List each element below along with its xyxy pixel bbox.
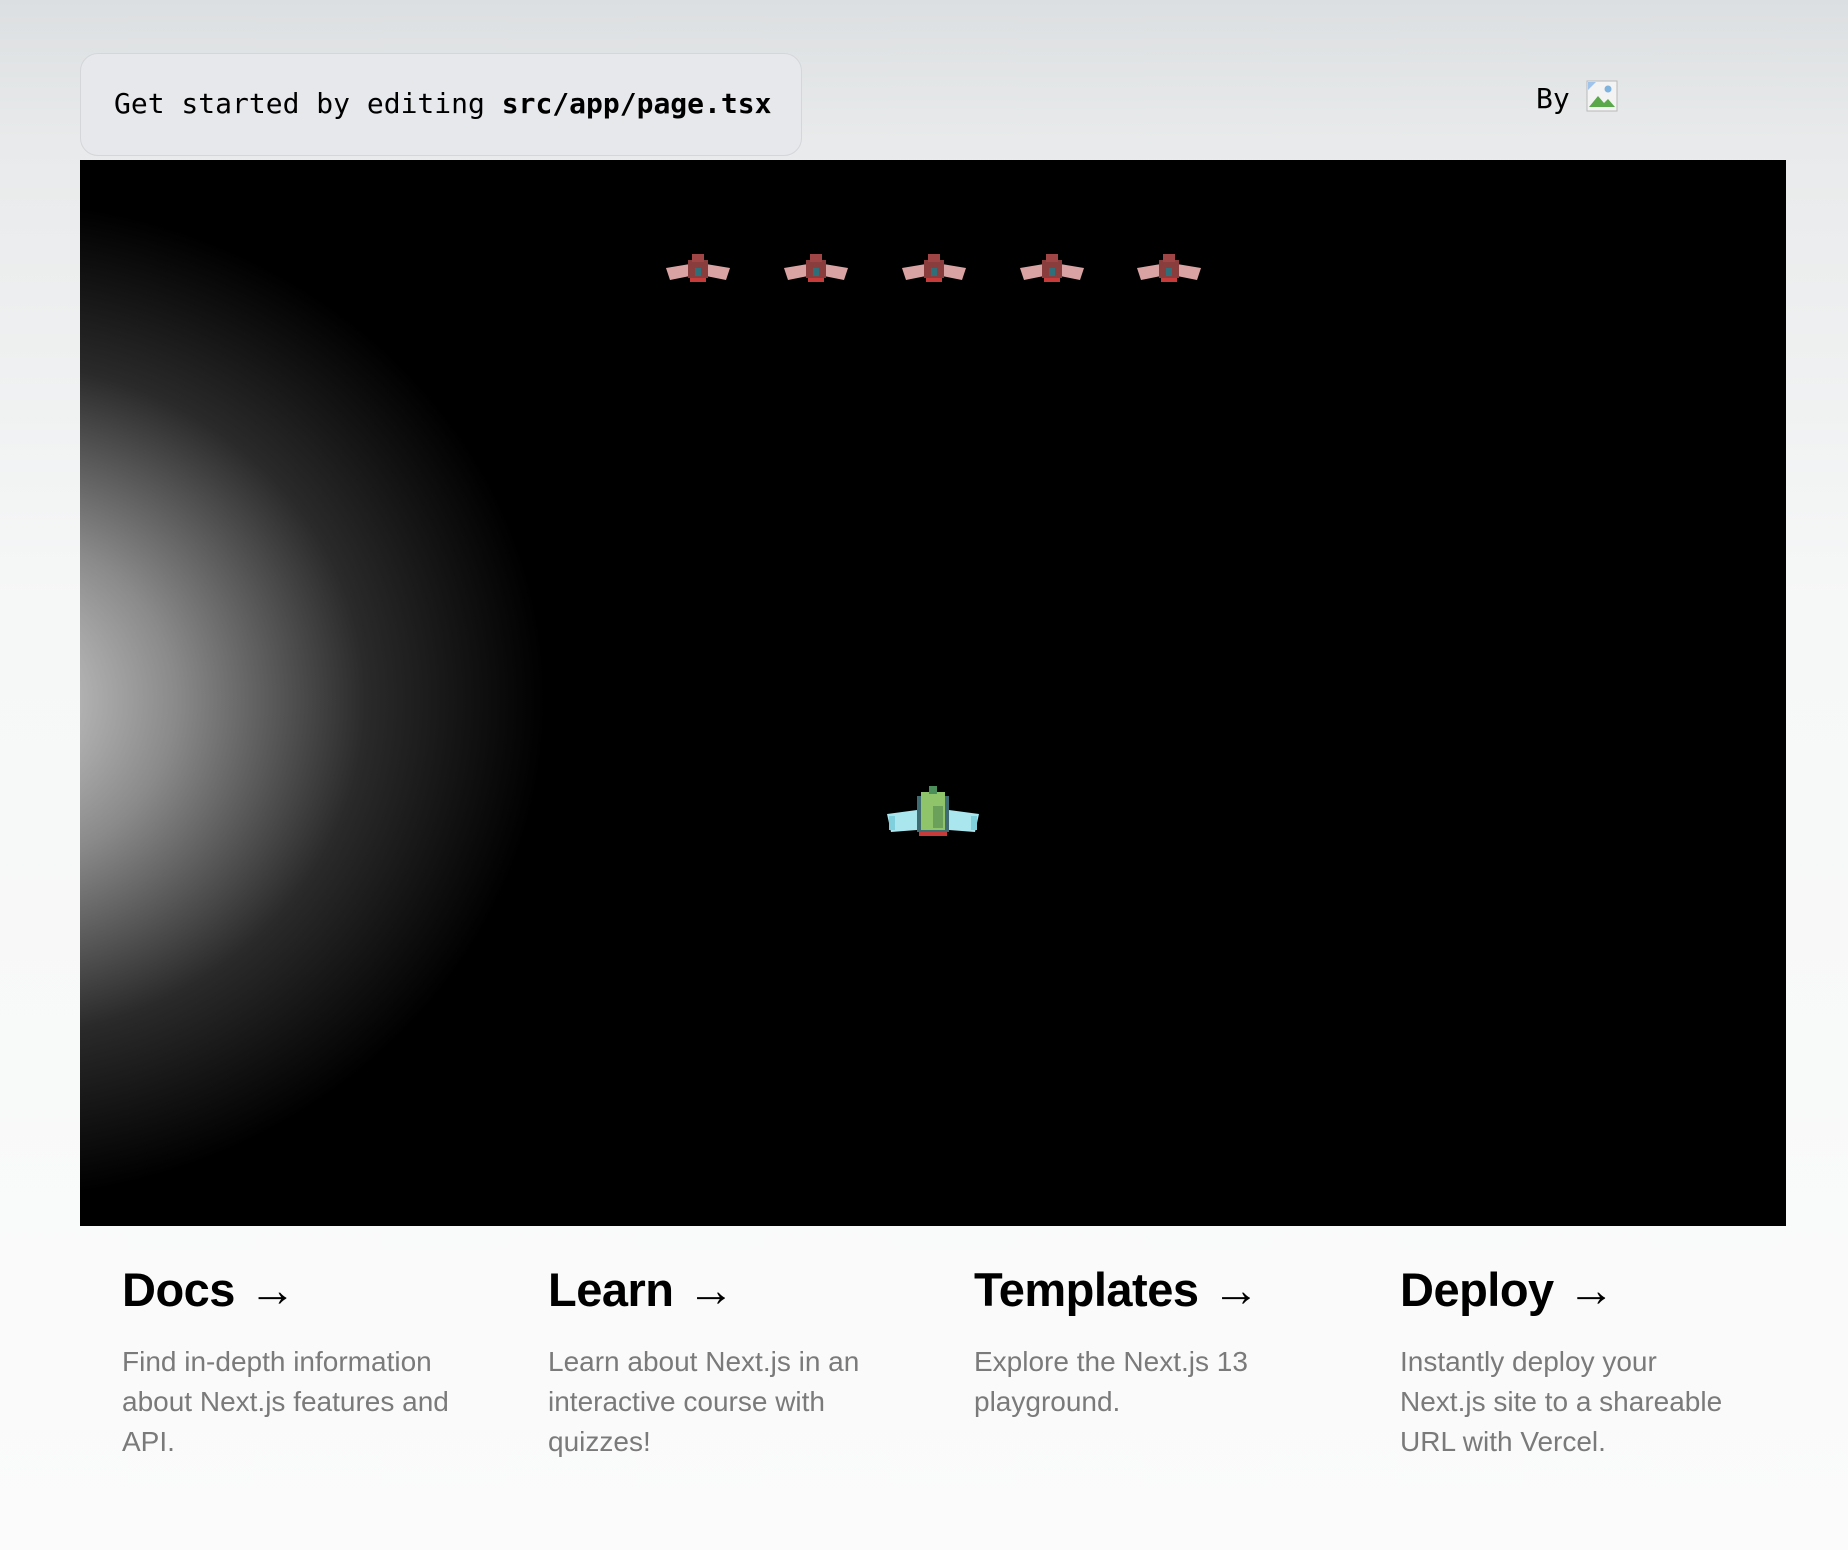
learn-card[interactable]: Learn → Learn about Next.js in an interac… [506,1260,932,1462]
arrow-right-icon: → [248,1263,296,1316]
card-title: Docs → [122,1260,506,1320]
player-spaceship-icon[interactable] [887,786,979,838]
broken-image-icon [1586,80,1618,112]
card-description: Find in-depth information about Next.js … [122,1346,449,1457]
enemy-spaceship-icon [1137,254,1201,282]
arrow-right-icon: → [687,1263,735,1316]
code-path: src/app/page.tsx [501,87,772,120]
get-started-code-box: Get started by editing src/app/page.tsx [80,53,802,156]
templates-card[interactable]: Templates → Explore the Next.js 13 playgr… [932,1260,1358,1462]
card-title: Learn → [548,1260,932,1320]
link-cards: Docs → Find in-depth information about Ne… [80,1260,1786,1462]
by-label: By [1536,82,1570,115]
radial-glow [80,160,680,1226]
vercel-by-link[interactable]: By [1536,80,1618,115]
card-description: Explore the Next.js 13 playground. [974,1346,1248,1417]
code-prefix: Get started by editing [114,87,502,120]
card-title: Deploy → [1400,1260,1784,1320]
card-description: Instantly deploy your Next.js site to a … [1400,1346,1723,1457]
enemy-spaceship-icon [784,254,848,282]
card-title: Templates → [974,1260,1358,1320]
arrow-right-icon: → [1567,1263,1615,1316]
card-description: Learn about Next.js in an interactive co… [548,1346,860,1457]
deploy-card[interactable]: Deploy → Instantly deploy your Next.js si… [1358,1260,1784,1462]
game-canvas[interactable] [80,160,1786,1226]
enemy-spaceship-icon [902,254,966,282]
enemy-spaceship-icon [1020,254,1084,282]
docs-card[interactable]: Docs → Find in-depth information about Ne… [80,1260,506,1462]
arrow-right-icon: → [1212,1263,1260,1316]
enemy-spaceship-icon [666,254,730,282]
